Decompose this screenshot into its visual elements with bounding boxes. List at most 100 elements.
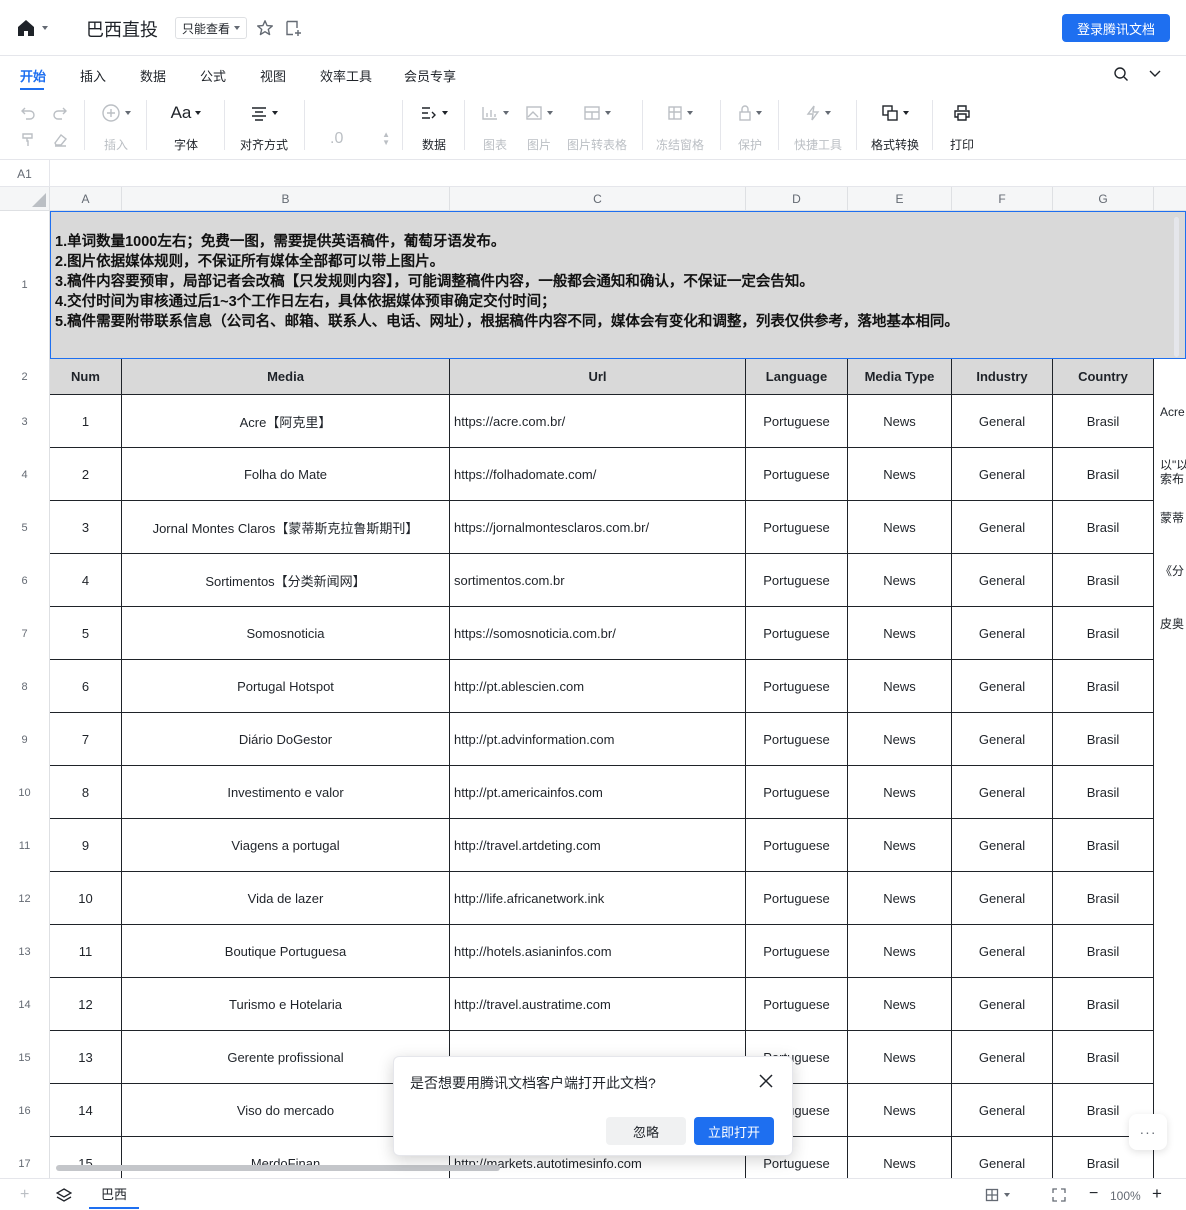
table-cell[interactable]: News [848, 1031, 952, 1084]
decimal-tool[interactable]: .0 ▲ ▼ [330, 130, 390, 148]
header-cell[interactable]: Country [1053, 359, 1154, 395]
tab-start[interactable]: 开始 [20, 66, 46, 85]
table-cell[interactable]: General [952, 819, 1053, 872]
table-cell[interactable]: Portugal Hotspot [122, 660, 450, 713]
row-header[interactable]: 13 [0, 925, 50, 978]
table-cell[interactable]: 10 [50, 872, 122, 925]
table-cell[interactable]: 11 [50, 925, 122, 978]
column-header-e[interactable]: E [848, 187, 952, 211]
data-tool[interactable]: 数据 [416, 102, 452, 153]
layers-icon[interactable] [56, 1187, 72, 1203]
row-header[interactable]: 16 [0, 1084, 50, 1137]
table-cell[interactable]: Portuguese [746, 819, 848, 872]
table-cell[interactable]: https://jornalmontesclaros.com.br/ [450, 501, 746, 554]
note-icon[interactable] [284, 19, 302, 37]
row-header[interactable]: 10 [0, 766, 50, 819]
overflow-cell[interactable]: 皮奥 [1154, 607, 1186, 660]
table-cell[interactable]: General [952, 1137, 1053, 1178]
table-cell[interactable]: Brasil [1053, 501, 1154, 554]
table-cell[interactable]: General [952, 713, 1053, 766]
print-tool[interactable]: 打印 [946, 102, 978, 153]
column-header-f[interactable]: F [952, 187, 1053, 211]
row-header[interactable]: 7 [0, 607, 50, 660]
table-cell[interactable]: Boutique Portuguesa [122, 925, 450, 978]
table-cell[interactable]: Somosnoticia [122, 607, 450, 660]
view-mode-toggle[interactable] [985, 1188, 1011, 1202]
spreadsheet-grid[interactable]: ABCDEFG 1 2 3 4 5 6 7 8 9 10 11 12 13 14 15 16 17 Num Med… [0, 187, 1186, 1178]
table-cell[interactable]: News [848, 395, 952, 448]
table-cell[interactable]: http://travel.austratime.com [450, 978, 746, 1031]
overflow-cell[interactable]: Acre [1154, 395, 1186, 448]
document-title[interactable]: 巴西直投 [86, 16, 158, 42]
table-cell[interactable]: http://hotels.asianinfos.com [450, 925, 746, 978]
quick-tools[interactable]: 快捷工具 [792, 102, 844, 153]
table-cell[interactable]: Brasil [1053, 448, 1154, 501]
table-cell[interactable]: Brasil [1053, 872, 1154, 925]
table-cell[interactable]: Acre【阿克里】 [122, 395, 450, 448]
table-cell[interactable]: Portuguese [746, 766, 848, 819]
table-cell[interactable]: General [952, 978, 1053, 1031]
table-cell[interactable]: Vida de lazer [122, 872, 450, 925]
column-header-g[interactable]: G [1053, 187, 1154, 211]
row-header[interactable]: 15 [0, 1031, 50, 1084]
table-cell[interactable]: General [952, 872, 1053, 925]
notice-cell[interactable]: 1.单词数量1000左右；免费一图，需要提供英语稿件，葡萄牙语发布。 2.图片依… [50, 211, 1186, 359]
table-cell[interactable]: News [848, 607, 952, 660]
sheet-tab-brazil[interactable]: 巴西 [89, 1179, 139, 1209]
row-header[interactable]: 8 [0, 660, 50, 713]
table-cell[interactable]: 7 [50, 713, 122, 766]
table-cell[interactable]: 4 [50, 554, 122, 607]
redo-icon[interactable] [52, 105, 68, 121]
header-cell[interactable]: Language [746, 359, 848, 395]
table-cell[interactable]: General [952, 925, 1053, 978]
chevron-down-icon[interactable] [1148, 66, 1162, 80]
header-cell[interactable]: Industry [952, 359, 1053, 395]
tab-member[interactable]: 会员专享 [404, 66, 456, 85]
column-header-next[interactable] [1154, 187, 1186, 211]
table-cell[interactable]: News [848, 1137, 952, 1178]
freeze-panes-tool[interactable]: 冻结窗格 [654, 102, 706, 153]
table-cell[interactable]: Portuguese [746, 925, 848, 978]
table-cell[interactable]: http://pt.ablescien.com [450, 660, 746, 713]
table-cell[interactable]: News [848, 766, 952, 819]
add-sheet-button[interactable]: + [20, 1186, 29, 1204]
table-cell[interactable]: General [952, 395, 1053, 448]
table-cell[interactable]: http://pt.advinformation.com [450, 713, 746, 766]
header-cell[interactable]: Media Type [848, 359, 952, 395]
table-cell[interactable]: General [952, 766, 1053, 819]
table-cell[interactable]: Portuguese [746, 660, 848, 713]
row-header[interactable]: 12 [0, 872, 50, 925]
table-cell[interactable]: Portuguese [746, 554, 848, 607]
table-cell[interactable]: Brasil [1053, 713, 1154, 766]
table-cell[interactable]: 1 [50, 395, 122, 448]
table-cell[interactable]: News [848, 448, 952, 501]
table-cell[interactable]: https://acre.com.br/ [450, 395, 746, 448]
table-cell[interactable]: Brasil [1053, 660, 1154, 713]
table-cell[interactable]: Diário DoGestor [122, 713, 450, 766]
zoom-out-button[interactable]: − [1089, 1185, 1098, 1203]
table-cell[interactable]: 8 [50, 766, 122, 819]
table-cell[interactable]: Portuguese [746, 872, 848, 925]
tab-data[interactable]: 数据 [140, 66, 166, 85]
insert-tool[interactable]: 插入 [96, 102, 136, 153]
table-cell[interactable]: Portuguese [746, 395, 848, 448]
table-cell[interactable]: Sortimentos【分类新闻网】 [122, 554, 450, 607]
table-cell[interactable]: 6 [50, 660, 122, 713]
table-cell[interactable]: News [848, 501, 952, 554]
chart-tool[interactable]: 图表 [478, 102, 512, 153]
font-tool[interactable]: Aa 字体 [166, 102, 206, 153]
table-cell[interactable]: Portuguese [746, 607, 848, 660]
row-header[interactable]: 2 [0, 359, 50, 395]
table-cell[interactable]: Portuguese [746, 978, 848, 1031]
table-cell[interactable]: Turismo e Hotelaria [122, 978, 450, 1031]
zoom-in-button[interactable]: + [1152, 1184, 1162, 1204]
column-header-b[interactable]: B [122, 187, 450, 211]
ignore-button[interactable]: 忽略 [606, 1117, 686, 1145]
select-all-corner[interactable] [0, 187, 50, 211]
star-icon[interactable] [256, 19, 274, 37]
table-cell[interactable]: Brasil [1053, 819, 1154, 872]
image-to-table-tool[interactable]: 图片转表格 [566, 102, 628, 153]
table-cell[interactable]: News [848, 978, 952, 1031]
table-cell[interactable]: News [848, 713, 952, 766]
overflow-cell[interactable]: 《分 [1154, 554, 1186, 607]
